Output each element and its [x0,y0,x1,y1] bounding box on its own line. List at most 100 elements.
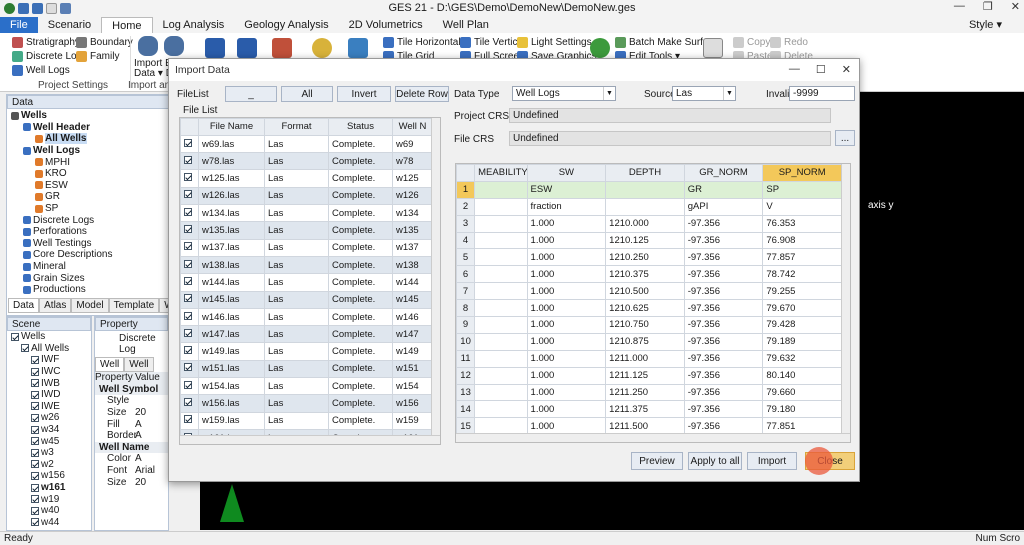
copy-button[interactable]: Copy [733,37,770,48]
col-format[interactable]: Format [264,118,329,136]
checkbox[interactable] [31,437,39,446]
grid-cell[interactable]: 1.000 [526,282,607,301]
grid-cell[interactable]: ESW [526,180,607,199]
grid-cell[interactable]: -97.356 [683,383,764,402]
file-checkbox[interactable] [184,225,192,234]
grid-cell[interactable] [474,316,528,334]
grid-row[interactable]: 14 1.000 1211.375 -97.356 79.180 [456,400,842,419]
file-checkbox[interactable] [184,138,192,147]
checkbox[interactable] [31,483,39,492]
file-row[interactable]: w135.las Las Complete. w135 [180,221,433,240]
tree-item[interactable]: Mineral [7,261,169,273]
scene-item[interactable]: IWB [7,377,91,389]
grid-cell[interactable]: 1210.000 [605,214,685,233]
grid-cell[interactable] [474,214,528,233]
checkbox[interactable] [31,355,39,364]
database-export-icon[interactable] [164,36,184,56]
file-row[interactable]: w147.las Las Complete. w147 [180,325,433,344]
tile-horizontal-button[interactable]: Tile Horizontal [383,37,461,48]
grid-row[interactable]: 10 1.000 1210.875 -97.356 79.189 [456,332,842,351]
col-sp-norm[interactable]: SP_NORM [762,164,842,182]
scene-item[interactable]: IWD [7,389,91,401]
grid-cell[interactable]: 76.353 [762,214,842,233]
grid-row[interactable]: 7 1.000 1210.500 -97.356 79.255 [456,282,842,301]
grid-cell[interactable]: -97.356 [683,265,764,284]
grid-row[interactable]: 5 1.000 1210.250 -97.356 77.857 [456,248,842,267]
grid-cell[interactable]: -97.356 [683,366,764,385]
col-gr-norm[interactable]: GR_NORM [683,164,764,182]
file-row[interactable]: w137.las Las Complete. w137 [180,238,433,257]
file-row[interactable]: w138.las Las Complete. w138 [180,255,433,275]
dialog-maximize-icon[interactable]: ☐ [816,63,826,76]
file-row[interactable]: w154.las Las Complete. w154 [180,377,433,396]
grid-cell[interactable]: 1.000 [526,400,607,419]
grid-cell[interactable]: 1.000 [526,383,607,402]
checkbox[interactable] [31,413,39,422]
undo-icon[interactable] [18,2,29,14]
file-checkbox[interactable] [184,380,192,389]
grid-cell[interactable]: 1211.125 [605,366,685,385]
tab-2d-volumetrics[interactable]: 2D Volumetrics [339,17,433,33]
restore-icon[interactable]: ❐ [983,0,993,13]
scene-item[interactable]: IWC [7,366,91,378]
scene-item[interactable]: w19 [7,493,91,505]
grid-cell[interactable]: 79.255 [762,282,842,301]
tree-item[interactable]: SP [7,203,169,215]
grid-cell[interactable]: 79.428 [762,316,842,334]
tree-item[interactable]: Discrete Logs [7,214,169,226]
scene-item[interactable]: w44 [7,517,91,529]
grid-row[interactable]: 13 1.000 1211.250 -97.356 79.660 [456,383,842,402]
import-button[interactable]: Import [747,452,797,470]
grid-cell[interactable]: 1.000 [526,299,607,318]
checkbox[interactable] [31,506,39,515]
tab-home[interactable]: Home [101,17,153,33]
grid-cell[interactable]: -97.356 [683,231,764,250]
tree-item[interactable]: Wells [7,110,169,122]
section-icon[interactable] [272,38,292,58]
grid-cell[interactable]: 79.632 [762,349,842,368]
file-list-hscroll[interactable] [180,435,440,444]
property-row[interactable]: Size 20 [95,476,168,488]
file-checkbox[interactable] [184,346,192,355]
tile-vertical-button[interactable]: Tile Vertical [460,37,525,48]
grid-cell[interactable]: fraction [526,197,607,216]
file-checkbox[interactable] [184,242,192,251]
family-button[interactable]: Family [76,51,119,62]
scene-item[interactable]: w26 [7,412,91,424]
checkbox[interactable] [31,518,39,527]
grid-row[interactable]: 8 1.000 1210.625 -97.356 79.670 [456,299,842,318]
grid-cell[interactable] [474,180,528,199]
grid-cell[interactable] [474,231,528,250]
grid-cell[interactable]: V [762,197,842,216]
minimize-icon[interactable]: — [954,0,965,13]
grid-row[interactable]: 6 1.000 1210.375 -97.356 78.742 [456,265,842,284]
checkbox[interactable] [31,495,39,504]
grid-cell[interactable]: -97.356 [683,316,764,334]
tree-item[interactable]: ESW [7,180,169,192]
scene-item[interactable]: w161 [7,482,91,494]
delete-row-button[interactable]: Delete Row [395,86,449,102]
grid-cell[interactable] [605,197,685,216]
grid-cell[interactable] [605,180,685,199]
surface-icon[interactable] [312,38,332,58]
grid-cell[interactable]: 1.000 [526,349,607,368]
grid-row[interactable]: 3 1.000 1210.000 -97.356 76.353 [456,214,842,233]
panel-tab-data[interactable]: Data [8,298,40,313]
grid-cell[interactable]: 1.000 [526,366,607,385]
grid-row[interactable]: 9 1.000 1210.750 -97.356 79.428 [456,316,842,334]
checkbox[interactable] [31,379,39,388]
file-row[interactable]: w134.las Las Complete. w134 [180,204,433,223]
tree-item[interactable]: Well Testings [7,238,169,250]
panel-tab-template[interactable]: Template [108,298,160,313]
grid-cell[interactable] [474,248,528,267]
col-depth[interactable]: DEPTH [605,164,685,182]
grid-cell[interactable]: 1211.375 [605,400,685,419]
col-status[interactable]: Status [328,118,393,136]
col-well-name[interactable]: Well N [392,118,433,136]
grid-cell[interactable]: -97.356 [683,400,764,419]
property-row[interactable]: Border A [95,430,168,442]
property-row[interactable]: Color A [95,453,168,465]
grid-cell[interactable]: 80.140 [762,366,842,385]
checkbox[interactable] [31,425,39,434]
grid-cell[interactable]: 1210.500 [605,282,685,301]
